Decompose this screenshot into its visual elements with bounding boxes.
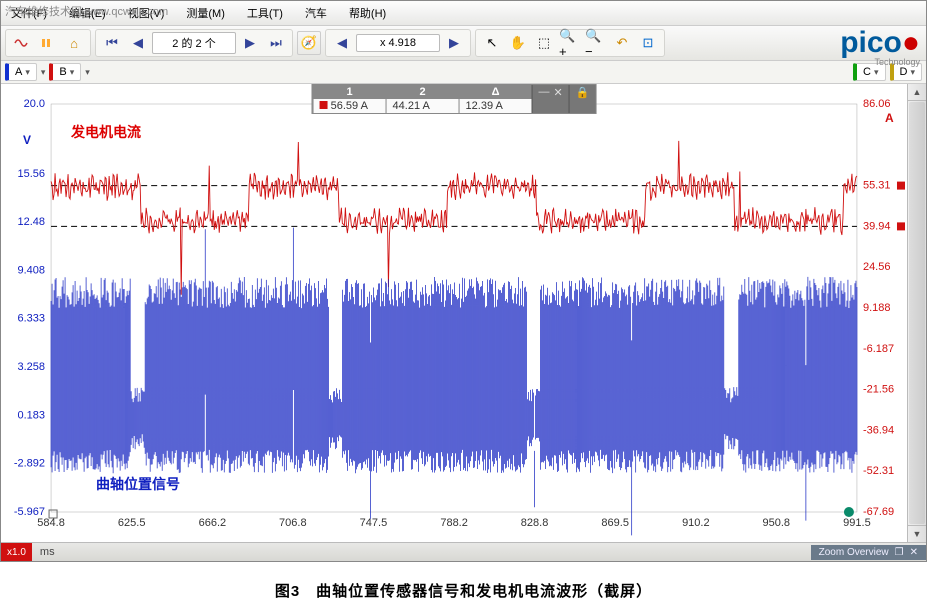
svg-text:20.0: 20.0 (24, 98, 45, 110)
channel-a-button[interactable]: A▾ (5, 63, 37, 81)
ruler-col1-val: 56.59 A (313, 99, 386, 113)
menu-edit[interactable]: 编辑(E) (63, 3, 112, 23)
zoom-select-icon[interactable]: ⬚ (532, 31, 556, 55)
compass-icon[interactable]: 🧭 (297, 31, 321, 55)
zoom-in-icon[interactable]: 🔍+ (558, 31, 582, 55)
persist-mode-icon[interactable] (36, 31, 60, 55)
menu-file[interactable]: 文件(F) (5, 3, 53, 23)
fit-icon[interactable]: ⊡ (636, 31, 660, 55)
pico-logo: pico● Technology (840, 28, 920, 67)
svg-text:39.94: 39.94 (863, 220, 891, 232)
scroll-up-icon[interactable]: ▲ (908, 84, 926, 101)
home-icon[interactable]: ⌂ (62, 31, 86, 55)
menu-help[interactable]: 帮助(H) (343, 3, 392, 23)
svg-text:V: V (23, 133, 31, 147)
menu-tool[interactable]: 工具(T) (241, 3, 289, 23)
svg-text:86.06: 86.06 (863, 98, 891, 110)
svg-text:584.8: 584.8 (37, 517, 65, 529)
ruler-col2-hdr: 2 (386, 85, 459, 99)
annotation-generator-current: 发电机电流 (71, 122, 141, 142)
svg-text:12.48: 12.48 (18, 216, 46, 228)
next-page-icon[interactable]: ▶ (238, 31, 262, 55)
ruler-close-icon[interactable]: ✕ (554, 86, 563, 112)
ruler-controls[interactable]: —✕ (532, 85, 569, 113)
hand-icon[interactable]: ✋ (506, 31, 530, 55)
menu-auto[interactable]: 汽车 (299, 3, 333, 23)
svg-text:-2.892: -2.892 (14, 458, 45, 470)
vertical-scrollbar[interactable]: ▲ ▼ (907, 84, 926, 542)
undo-zoom-icon[interactable]: ↶ (610, 31, 634, 55)
zoom-overview-button[interactable]: Zoom Overview ❐ ✕ (811, 545, 926, 560)
svg-text:-52.31: -52.31 (863, 465, 894, 477)
svg-text:-6.187: -6.187 (863, 343, 894, 355)
status-bar: x1.0 ms Zoom Overview ❐ ✕ (1, 542, 926, 561)
zoom-indicator: x 4.918 (356, 34, 440, 52)
zoom-badge[interactable]: x1.0 (1, 543, 32, 561)
waveform-plot[interactable]: 20.0 15.56 12.48 9.408 6.333 3.258 0.183 -2.892… (1, 84, 907, 542)
svg-text:950.8: 950.8 (763, 517, 791, 529)
svg-text:-36.94: -36.94 (863, 424, 894, 436)
channel-b-extra[interactable]: ▾ (85, 67, 90, 78)
ruler-col2-val: 44.21 A (386, 99, 459, 113)
channel-b-button[interactable]: B▾ (49, 63, 81, 81)
svg-text:55.31: 55.31 (863, 180, 891, 192)
time-unit-label: ms (32, 546, 63, 558)
channel-bar: A▾ ▾ B▾ ▾ C▾ D▾ (1, 61, 926, 84)
svg-text:0.183: 0.183 (18, 409, 46, 421)
zoom-prev-icon[interactable]: ◀ (330, 31, 354, 55)
svg-text:788.2: 788.2 (440, 517, 468, 529)
prev-page-icon[interactable]: ◀ (126, 31, 150, 55)
overview-close-icon[interactable]: ✕ (910, 547, 918, 558)
ruler-minimize-icon[interactable]: — (539, 86, 550, 112)
page-indicator: 2 的 2 个 (152, 32, 236, 54)
channel-a-extra[interactable]: ▾ (41, 67, 46, 78)
zoom-next-icon[interactable]: ▶ (442, 31, 466, 55)
ruler-lock-icon[interactable]: 🔒 (569, 85, 596, 113)
scroll-down-icon[interactable]: ▼ (908, 525, 926, 542)
scope-mode-icon[interactable] (10, 31, 34, 55)
ruler-col3-hdr: Δ (459, 85, 532, 99)
svg-text:15.56: 15.56 (18, 168, 46, 180)
annotation-crank-signal: 曲轴位置信号 (96, 474, 180, 494)
svg-text:910.2: 910.2 (682, 517, 710, 529)
svg-text:9.408: 9.408 (18, 264, 46, 276)
svg-text:9.188: 9.188 (863, 302, 891, 314)
overview-restore-icon[interactable]: ❐ (895, 547, 904, 558)
ruler-col3-val: 12.39 A (459, 99, 532, 113)
pointer-icon[interactable]: ↖ (480, 31, 504, 55)
svg-text:6.333: 6.333 (18, 313, 46, 325)
svg-text:24.56: 24.56 (863, 261, 891, 273)
svg-text:666.2: 666.2 (199, 517, 227, 529)
menu-measure[interactable]: 测量(M) (180, 3, 231, 23)
svg-text:625.5: 625.5 (118, 517, 146, 529)
first-page-icon[interactable]: ⏮ (100, 31, 124, 55)
svg-text:991.5: 991.5 (843, 517, 871, 529)
menu-view[interactable]: 视图(V) (122, 3, 171, 23)
scroll-thumb[interactable] (909, 102, 925, 524)
svg-text:3.258: 3.258 (18, 361, 46, 373)
ruler-col1-hdr: 1 (313, 85, 386, 99)
svg-text:869.5: 869.5 (601, 517, 629, 529)
menu-bar: 文件(F) 编辑(E) 视图(V) 测量(M) 工具(T) 汽车 帮助(H) (1, 1, 926, 26)
ruler-readout[interactable]: 1 56.59 A 2 44.21 A Δ 12.39 A —✕ 🔒 (312, 84, 597, 114)
svg-text:706.8: 706.8 (279, 517, 307, 529)
svg-text:828.8: 828.8 (521, 517, 549, 529)
svg-text:A: A (885, 111, 894, 125)
svg-text:747.5: 747.5 (360, 517, 388, 529)
svg-text:-21.56: -21.56 (863, 384, 894, 396)
last-page-icon[interactable]: ⏭ (264, 31, 288, 55)
main-toolbar: ⌂ ⏮ ◀ 2 的 2 个 ▶ ⏭ 🧭 ◀ x 4.918 ▶ ↖ ✋ ⬚ 🔍+… (1, 26, 926, 61)
zoom-out-icon[interactable]: 🔍− (584, 31, 608, 55)
